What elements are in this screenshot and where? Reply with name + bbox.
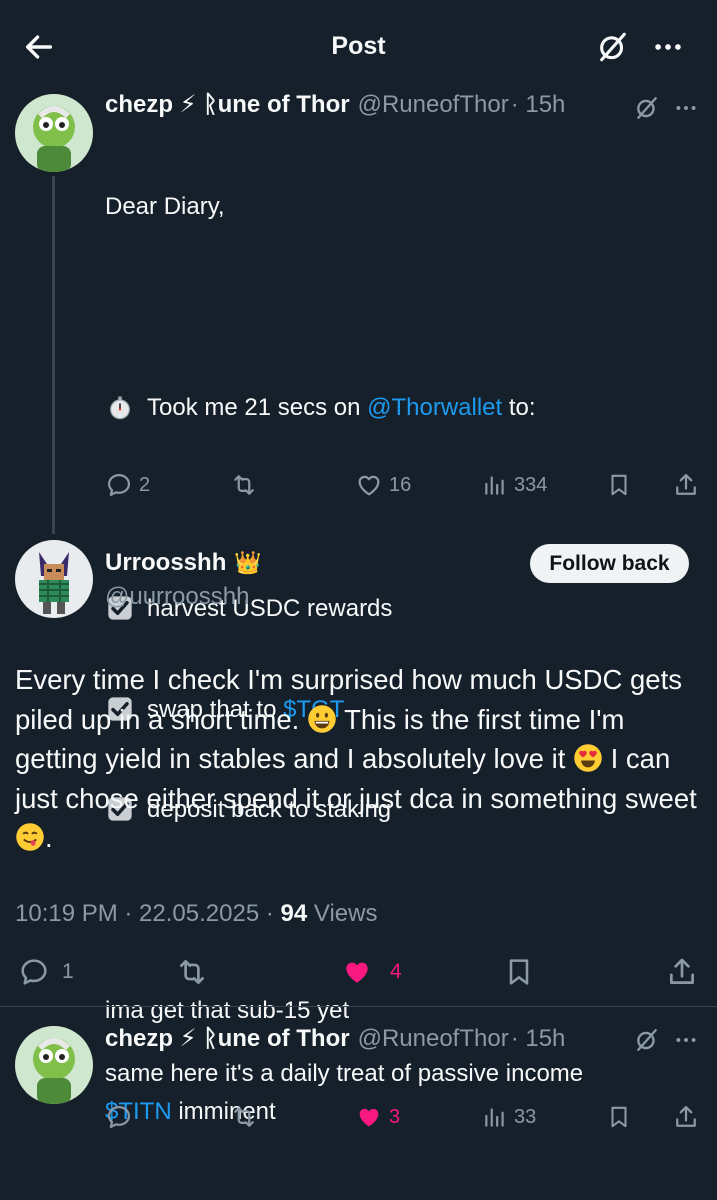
repost-icon <box>234 475 254 495</box>
avatar[interactable] <box>15 540 93 618</box>
avatar[interactable] <box>15 94 93 172</box>
avatar-image <box>15 540 93 618</box>
author-name[interactable]: chezp ⚡ ᚱune of Thor <box>105 90 350 119</box>
reply-button[interactable]: 1 <box>18 956 74 988</box>
text-line: Took me 21 secs on @Thorwallet to: <box>105 391 705 425</box>
thread-line <box>52 176 55 534</box>
view-count: 334 <box>514 473 548 496</box>
author-handle[interactable]: @RuneofThor <box>358 91 509 119</box>
share-icon[interactable] <box>665 955 699 989</box>
author-row: Urroosshh 👑 <box>105 549 262 577</box>
reply-count: 1 <box>62 960 74 983</box>
yum-emoji <box>16 823 44 851</box>
reply-icon <box>107 473 131 497</box>
views-button[interactable]: 33 <box>482 1103 536 1131</box>
author-row: chezp ⚡ ᚱune of Thor @RuneofThor · 15h <box>105 90 565 119</box>
divider <box>0 1006 717 1007</box>
more-options-icon[interactable] <box>672 95 700 121</box>
repost-button[interactable] <box>229 471 259 499</box>
heart-filled-icon <box>346 962 368 983</box>
post-time: · 15h <box>510 91 566 118</box>
analytics-icon <box>485 1108 504 1127</box>
bookmark-icon[interactable] <box>503 955 535 989</box>
avatar-image <box>15 1026 93 1104</box>
author-name[interactable]: Urroosshh <box>105 549 226 577</box>
like-button[interactable]: 16 <box>355 471 411 499</box>
like-count: 3 <box>389 1105 401 1128</box>
view-count: 33 <box>514 1105 537 1128</box>
text-line: Dear Diary, <box>105 193 225 220</box>
more-options-icon[interactable] <box>650 30 686 64</box>
heart-filled-icon <box>359 1108 379 1127</box>
avatar[interactable] <box>15 1026 93 1104</box>
reply-body: same here it's a daily treat of passive … <box>105 1060 584 1087</box>
crown-emoji: 👑 <box>234 551 262 576</box>
text-segment: . <box>45 822 53 853</box>
post-body: Every time I check I'm surprised how muc… <box>15 660 705 858</box>
handle-row: @uurroosshh <box>105 583 249 611</box>
avatar-image <box>15 94 93 172</box>
heart-icon <box>358 475 380 496</box>
more-options-icon[interactable] <box>672 1027 700 1053</box>
share-icon[interactable] <box>672 1103 700 1131</box>
post-time: · 15h <box>510 1025 566 1052</box>
like-button[interactable]: 4 <box>340 956 402 988</box>
text-segment: imminent <box>171 1097 276 1125</box>
grok-icon[interactable] <box>634 1027 660 1053</box>
reply-icon <box>107 1105 131 1129</box>
like-button[interactable]: 3 <box>355 1103 400 1131</box>
smiley-emoji <box>308 704 336 733</box>
author-row: chezp ⚡ ᚱune of Thor @RuneofThor · 15h <box>105 1024 565 1053</box>
views-button[interactable]: 334 <box>482 471 547 499</box>
repost-button[interactable] <box>229 1103 259 1131</box>
share-icon[interactable] <box>672 471 700 499</box>
views-count: 94 <box>280 900 308 927</box>
author-name[interactable]: chezp ⚡ ᚱune of Thor <box>105 1024 350 1053</box>
author-handle[interactable]: @RuneofThor <box>358 1025 509 1053</box>
like-count: 16 <box>389 473 412 496</box>
grok-icon[interactable] <box>596 30 630 64</box>
like-count: 4 <box>390 960 402 983</box>
reply-button[interactable] <box>105 1103 133 1131</box>
bookmark-icon[interactable] <box>606 471 632 499</box>
analytics-icon <box>485 476 504 495</box>
bookmark-icon[interactable] <box>606 1103 632 1131</box>
post-meta: 10:19 PM · 22.05.2025 · 94 Views <box>15 900 377 928</box>
text-segment: to: <box>502 394 536 421</box>
author-handle[interactable]: @uurroosshh <box>105 583 249 611</box>
text-segment: Took me 21 secs on <box>147 394 368 421</box>
grok-icon[interactable] <box>634 95 660 121</box>
stopwatch-icon <box>110 396 130 420</box>
heart-eyes-emoji <box>574 744 602 772</box>
repost-icon[interactable] <box>174 955 210 989</box>
repost-icon <box>234 1107 254 1127</box>
text-line: ima get that sub-15 yet <box>105 997 350 1024</box>
reply-button[interactable]: 2 <box>105 471 150 499</box>
reply-count: 2 <box>139 473 151 496</box>
views-label: Views <box>307 900 378 927</box>
mention-link[interactable]: @Thorwallet <box>367 394 502 421</box>
reply-icon <box>21 959 47 985</box>
follow-back-button[interactable]: Follow back <box>530 544 689 583</box>
top-bar: Post <box>0 0 717 94</box>
post-timestamp[interactable]: 10:19 PM · 22.05.2025 · <box>15 900 281 927</box>
